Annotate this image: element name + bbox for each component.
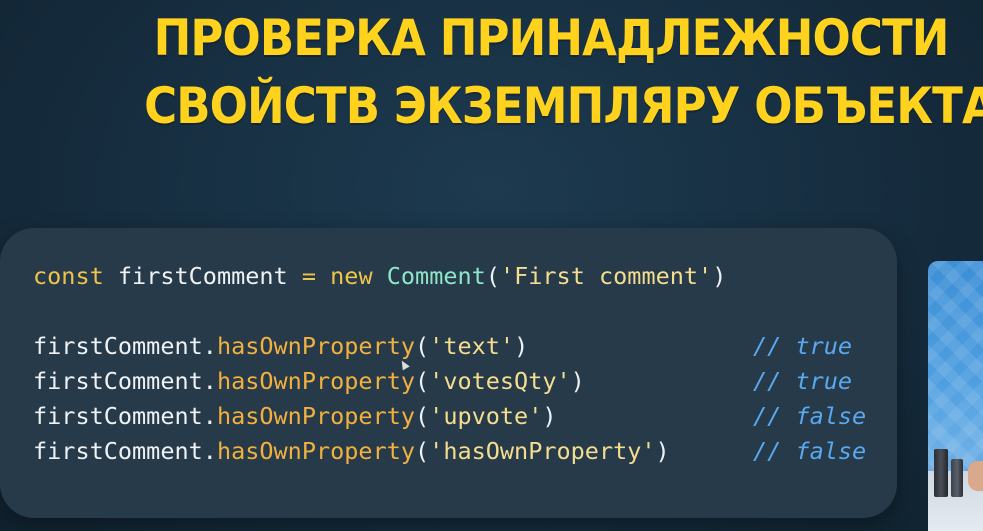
- string-argument: 'First comment': [499, 262, 713, 290]
- slide-title: ПРОВЕРКА ПРИНАДЛЕЖНОСТИ СВОЙСТВ ЭКЗЕМПЛЯ…: [0, 4, 983, 140]
- code-line-declaration: const firstComment = new Comment('First …: [33, 259, 726, 294]
- string-argument: 'votesQty': [429, 367, 571, 395]
- class-name: Comment: [386, 262, 486, 290]
- object-name: firstComment: [33, 437, 203, 465]
- thumbnail-object: [951, 459, 963, 497]
- open-paren: (: [415, 402, 430, 430]
- dot: .: [202, 402, 217, 430]
- string-argument: 'hasOwnProperty': [429, 437, 656, 465]
- new-keyword: new: [330, 262, 373, 290]
- close-paren: ): [542, 402, 557, 430]
- code-block: const firstComment = new Comment('First …: [0, 228, 897, 518]
- string-argument: 'upvote': [429, 402, 543, 430]
- method-name: hasOwnProperty: [216, 332, 416, 360]
- code-line-check-1: firstComment.hasOwnProperty('text'): [33, 329, 528, 364]
- variable-name: firstComment: [117, 262, 288, 290]
- code-line-check-3: firstComment.hasOwnProperty('upvote'): [33, 399, 557, 434]
- title-line-2: СВОЙСТВ ЭКЗЕМПЛЯРУ ОБЪЕКТА: [144, 77, 983, 135]
- thumbnail-presenter-arm: [968, 461, 983, 491]
- thumbnail-object: [934, 449, 948, 497]
- code-line-check-4: firstComment.hasOwnProperty('hasOwnPrope…: [33, 434, 670, 469]
- close-paren: ): [570, 367, 585, 395]
- open-paren: (: [485, 262, 500, 290]
- open-paren: (: [415, 367, 430, 395]
- title-line-1: ПРОВЕРКА ПРИНАДЛЕЖНОСТИ: [153, 9, 950, 67]
- result-comment-1: // true: [753, 332, 853, 360]
- close-paren: ): [514, 332, 529, 360]
- method-name: hasOwnProperty: [216, 402, 416, 430]
- result-comment-2: // true: [753, 367, 853, 395]
- method-name: hasOwnProperty: [216, 367, 416, 395]
- code-line-check-2: firstComment.hasOwnProperty('votesQty'): [33, 364, 585, 399]
- string-argument: 'text': [429, 332, 515, 360]
- object-name: firstComment: [33, 402, 203, 430]
- result-comment-4: // false: [753, 437, 867, 465]
- result-comment-3: // false: [753, 402, 867, 430]
- close-paren: ): [655, 437, 670, 465]
- dot: .: [202, 332, 217, 360]
- close-paren: ): [712, 262, 727, 290]
- method-name: hasOwnProperty: [216, 437, 416, 465]
- const-keyword: const: [33, 262, 104, 290]
- dot: .: [202, 367, 217, 395]
- object-name: firstComment: [33, 332, 203, 360]
- open-paren: (: [415, 332, 430, 360]
- object-name: firstComment: [33, 367, 203, 395]
- dot: .: [202, 437, 217, 465]
- open-paren: (: [415, 437, 430, 465]
- assign-operator: =: [301, 262, 316, 290]
- presenter-video-thumbnail: [928, 261, 983, 531]
